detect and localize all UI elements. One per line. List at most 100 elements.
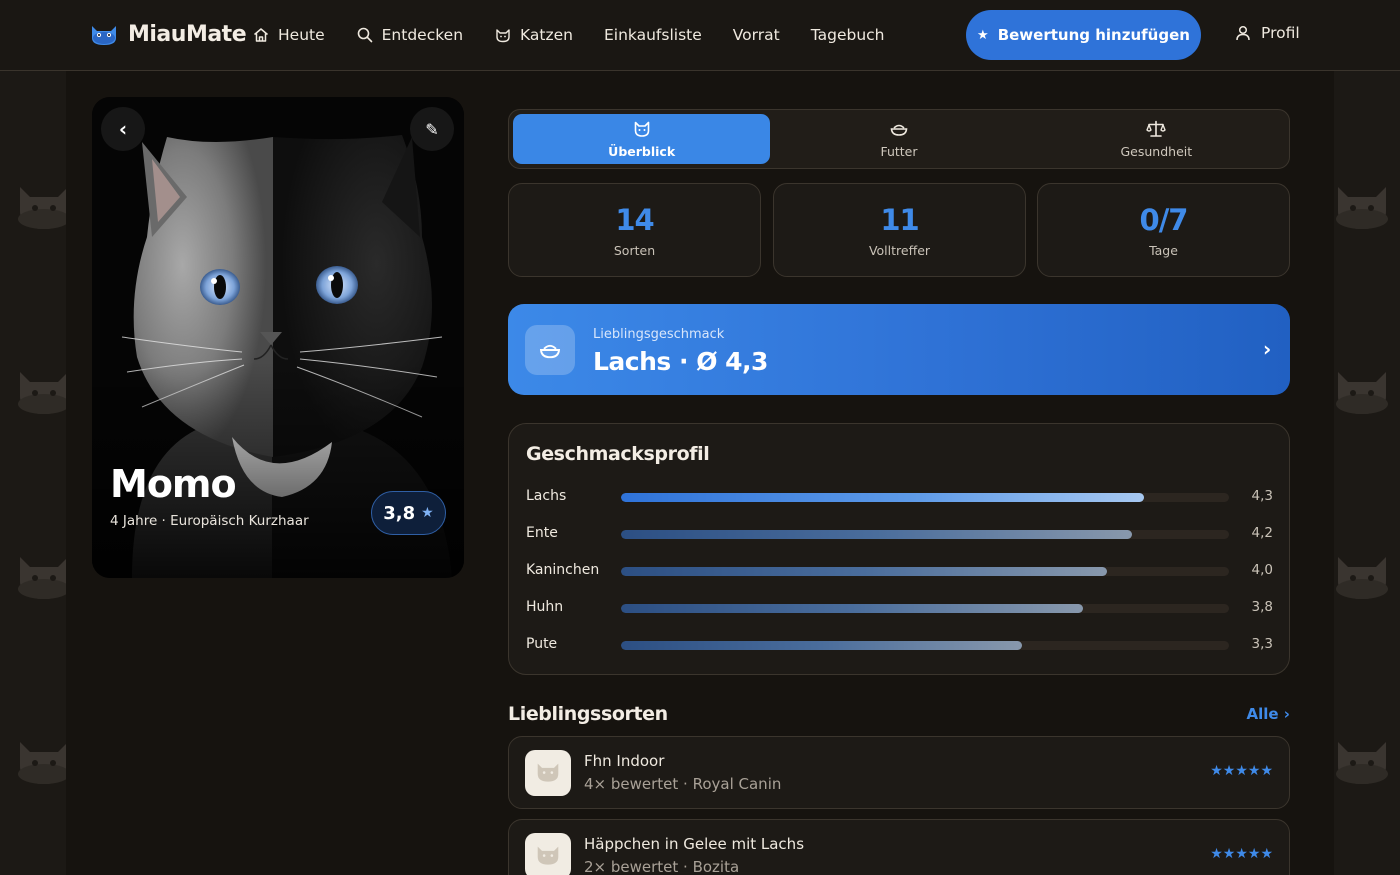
taste-score: 4,2 (1251, 525, 1273, 541)
cat-meta: 4 Jahre · Europäisch Kurzhaar (110, 513, 309, 529)
variety-subtitle: 4× bewertet · Royal Canin (584, 775, 782, 793)
cat-icon (494, 26, 512, 44)
variety-title: Fhn Indoor (584, 752, 665, 770)
star-rating: ★★★★★ (1210, 763, 1273, 779)
favorite-variety-item[interactable]: Fhn Indoor 4× bewertet · Royal Canin ★★★★★ (508, 736, 1290, 809)
section-tabs: Überblick Futter Gesundheit (508, 109, 1290, 169)
favorite-taste-value: Lachs · Ø 4,3 (593, 347, 768, 376)
variety-subtitle: 2× bewertet · Bozita (584, 858, 740, 875)
pattern-cat-icon (14, 366, 66, 422)
star-icon: ★ (977, 27, 989, 43)
taste-bar-track (621, 604, 1229, 613)
scale-icon (1146, 120, 1167, 137)
star-rating: ★★★★★ (1210, 846, 1273, 862)
taste-bar-track (621, 530, 1229, 539)
nav-item-entdecken[interactable]: Entdecken (356, 26, 463, 44)
stat-value: 14 (615, 202, 654, 237)
nav-label: Einkaufsliste (603, 26, 702, 44)
chevron-right-icon: › (1263, 337, 1272, 361)
chevron-left-icon: ‹ (118, 117, 128, 141)
cat-placeholder-icon (537, 763, 559, 782)
profile-link[interactable]: Profil (1234, 24, 1300, 42)
nav-item-tagebuch[interactable]: Tagebuch (811, 26, 885, 44)
tab-label: Gesundheit (1120, 144, 1193, 159)
tab-futter[interactable]: Futter (770, 114, 1027, 164)
star-icon: ★ (421, 505, 434, 521)
taste-bar-track (621, 493, 1229, 502)
taste-row: Ente 4,2 (526, 524, 1273, 544)
tab-ueberblick[interactable]: Überblick (513, 114, 771, 164)
pattern-cat-icon (1334, 736, 1392, 792)
taste-score: 3,8 (1251, 599, 1273, 615)
left-pattern-strip (0, 71, 66, 875)
pattern-cat-icon (14, 551, 66, 607)
favorites-header: Lieblingssorten Alle › (508, 703, 1290, 727)
nav-item-katzen[interactable]: Katzen (494, 26, 573, 44)
stat-volltreffer: 11 Volltreffer (773, 183, 1026, 277)
taste-score: 3,3 (1251, 636, 1273, 652)
cat-profile-card: ‹ ✎ Momo 4 Jahre · Europäisch Kurzhaar 3… (92, 97, 464, 578)
app-logo[interactable]: MiauMate (88, 18, 247, 50)
back-button[interactable]: ‹ (101, 107, 145, 151)
product-thumbnail (525, 750, 571, 796)
taste-name: Huhn (526, 599, 564, 615)
pencil-icon: ✎ (425, 119, 439, 139)
taste-profile-title: Geschmacksprofil (526, 443, 710, 465)
nav-item-heute[interactable]: Heute (252, 26, 325, 44)
pattern-cat-icon (1334, 181, 1392, 237)
stat-value: 0/7 (1139, 202, 1189, 237)
taste-row: Lachs 4,3 (526, 487, 1273, 507)
nav-label: Katzen (520, 26, 573, 44)
home-icon (252, 26, 270, 44)
cat-name: Momo (110, 462, 237, 506)
pattern-cat-icon (14, 181, 66, 237)
favorites-title: Lieblingssorten (508, 703, 668, 725)
favorite-taste-banner[interactable]: Lieblingsgeschmack Lachs · Ø 4,3 › (508, 304, 1290, 395)
favorite-taste-label: Lieblingsgeschmack (593, 327, 725, 342)
variety-title: Häppchen in Gelee mit Lachs (584, 835, 805, 853)
nav-label: Heute (278, 26, 325, 44)
right-pattern-strip (1334, 71, 1400, 875)
tab-gesundheit[interactable]: Gesundheit (1028, 114, 1285, 164)
stat-label: Sorten (613, 242, 656, 258)
stat-value: 11 (880, 202, 919, 237)
cat-rating-value: 3,8 (383, 502, 416, 524)
favorite-variety-item[interactable]: Häppchen in Gelee mit Lachs 2× bewertet ·… (508, 819, 1290, 875)
taste-profile-card: Geschmacksprofil Lachs 4,3 Ente 4,2 Kaninche… (508, 423, 1290, 675)
taste-bar-track (621, 641, 1229, 650)
taste-bar-fill (621, 641, 1023, 650)
cat-placeholder-icon (537, 846, 559, 865)
nav-label: Entdecken (381, 26, 464, 44)
taste-bar-fill (621, 530, 1132, 539)
nav-label: Tagebuch (810, 26, 885, 44)
taste-score: 4,0 (1251, 562, 1273, 578)
taste-bar-fill (621, 567, 1108, 576)
taste-name: Kaninchen (526, 562, 600, 578)
taste-bar-fill (621, 604, 1084, 613)
nav-item-vorrat[interactable]: Vorrat (733, 26, 780, 44)
nav-label: Vorrat (732, 26, 780, 44)
stat-sorten: 14 Sorten (508, 183, 761, 277)
show-all-link[interactable]: Alle › (1247, 705, 1290, 723)
taste-name: Lachs (526, 488, 567, 504)
cat-icon (634, 121, 649, 137)
taste-bar-track (621, 567, 1229, 576)
stat-label: Volltreffer (868, 242, 931, 258)
cat-rating-badge: 3,8 ★ (371, 491, 446, 535)
profile-label: Profil (1261, 24, 1300, 42)
user-icon (1236, 25, 1250, 41)
top-navigation-bar: MiauMate Heute Entdecken Katzen Einkaufs… (0, 0, 1400, 71)
add-rating-button[interactable]: ★ Bewertung hinzufügen (966, 10, 1201, 60)
nav-item-einkaufsliste[interactable]: Einkaufsliste (604, 26, 702, 44)
pattern-cat-icon (1334, 366, 1392, 422)
taste-bar-fill (621, 493, 1144, 502)
edit-button[interactable]: ✎ (410, 107, 454, 151)
taste-score: 4,3 (1251, 488, 1273, 504)
tab-label: Überblick (608, 144, 676, 159)
taste-row: Kaninchen 4,0 (526, 561, 1273, 581)
cat-logo-icon (92, 26, 116, 45)
stat-tage: 0/7 Tage (1037, 183, 1290, 277)
search-icon (356, 26, 374, 44)
add-rating-label: Bewertung hinzufügen (997, 26, 1190, 44)
stat-label: Tage (1149, 242, 1178, 258)
